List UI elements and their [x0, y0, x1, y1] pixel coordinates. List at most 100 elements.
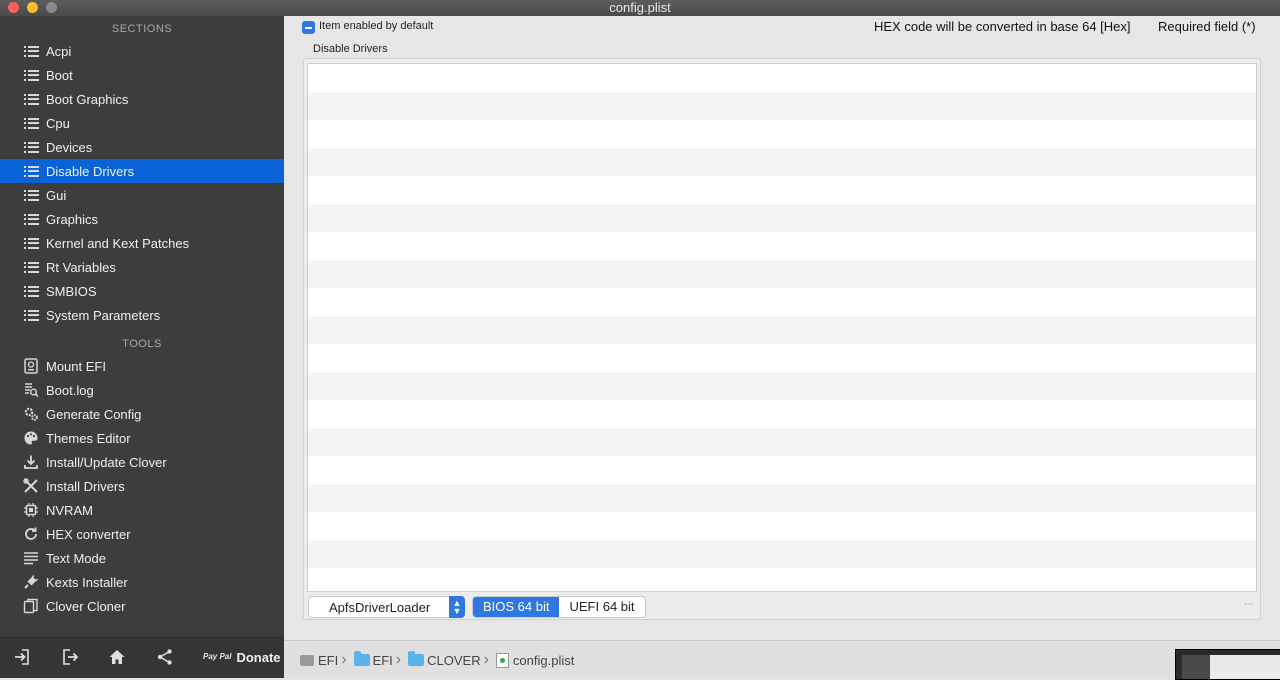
path-crumb-clover[interactable]: CLOVER: [404, 651, 481, 668]
table-row[interactable]: [308, 400, 1256, 428]
folder-icon: [353, 651, 370, 666]
segment-bios-64[interactable]: BIOS 64 bit: [473, 597, 560, 617]
path-crumb-config[interactable]: config.plist: [492, 652, 575, 668]
list-icon: [22, 138, 40, 156]
sidebar-item-boot-graphics[interactable]: Boot Graphics: [0, 87, 284, 111]
driver-dropdown-value: ApfsDriverLoader: [329, 600, 431, 615]
table-row[interactable]: [308, 120, 1256, 148]
sidebar-item-smbios[interactable]: SMBIOS: [0, 279, 284, 303]
path-bar: EFI › EFI › CLOVER › config.plist: [284, 640, 1280, 679]
copy-icon: [22, 597, 40, 615]
crumb-label: EFI: [318, 652, 339, 668]
item-enabled-checkbox[interactable]: [302, 21, 315, 34]
panel-title: Disable Drivers: [313, 43, 388, 55]
table-row[interactable]: [308, 288, 1256, 316]
sidebar-item-label: Disable Drivers: [46, 163, 135, 179]
sections-header: SECTIONS: [111, 23, 173, 35]
list-icon: [22, 258, 40, 276]
table-row[interactable]: [308, 176, 1256, 204]
sidebar-item-label: Generate Config: [46, 406, 142, 422]
segment-uefi-64[interactable]: UEFI 64 bit: [559, 597, 644, 617]
list-icon: [22, 90, 40, 108]
table-row[interactable]: [308, 92, 1256, 120]
table-row[interactable]: [308, 512, 1256, 540]
tools-icon: [22, 477, 40, 495]
gears-icon: [22, 405, 40, 423]
driver-dropdown[interactable]: ApfsDriverLoader ▲ ▼: [308, 596, 465, 618]
sidebar-item-system-parameters[interactable]: System Parameters: [0, 303, 284, 327]
sidebar-item-label: Install/Update Clover: [46, 454, 167, 470]
table-row[interactable]: [308, 568, 1256, 591]
donate-button[interactable]: Pay Pal Donate: [203, 646, 281, 668]
table-row[interactable]: [308, 372, 1256, 400]
sidebar-item-disable-drivers[interactable]: Disable Drivers: [0, 159, 284, 183]
title-bar: config.plist: [0, 0, 1280, 16]
log-search-icon: [22, 381, 40, 399]
list-icon: [22, 186, 40, 204]
table-row[interactable]: [308, 316, 1256, 344]
list-icon: [22, 234, 40, 252]
sidebar-item-text-mode[interactable]: Text Mode: [0, 546, 284, 570]
sidebar-item-mount-efi[interactable]: Mount EFI: [0, 354, 284, 378]
list-icon: [22, 66, 40, 84]
sidebar-item-cpu[interactable]: Cpu: [0, 111, 284, 135]
sidebar-item-label: HEX converter: [46, 526, 131, 542]
sidebar-item-kexts-installer[interactable]: Kexts Installer: [0, 570, 284, 594]
sidebar-item-devices[interactable]: Devices: [0, 135, 284, 159]
disk-icon: [22, 357, 40, 375]
folder-icon: [408, 651, 425, 666]
home-icon[interactable]: [106, 646, 128, 668]
sidebar-item-hex-converter[interactable]: HEX converter: [0, 522, 284, 546]
table-row[interactable]: [308, 484, 1256, 512]
table-row[interactable]: [308, 344, 1256, 372]
list-icon: [22, 210, 40, 228]
import-icon[interactable]: [11, 646, 33, 668]
table-row[interactable]: [308, 148, 1256, 176]
window-title: config.plist: [609, 0, 671, 15]
sidebar-item-generate-config[interactable]: Generate Config: [0, 402, 284, 426]
export-icon[interactable]: [59, 646, 81, 668]
sidebar-item-label: NVRAM: [46, 502, 93, 518]
sidebar-item-kernel-and-kext-patches[interactable]: Kernel and Kext Patches: [0, 231, 284, 255]
table-row[interactable]: [308, 540, 1256, 568]
crumb-label: CLOVER: [427, 652, 481, 668]
sidebar-item-label: Clover Cloner: [46, 598, 126, 614]
sidebar-item-label: Rt Variables: [46, 259, 116, 275]
share-icon[interactable]: [154, 646, 176, 668]
sidebar: SECTIONS Acpi Boot Boot Graphics Cpu Devices…: [0, 16, 284, 678]
table-row[interactable]: [308, 232, 1256, 260]
sidebar-item-label: Boot: [46, 67, 73, 83]
sidebar-item-label: Install Drivers: [46, 478, 125, 494]
resize-indicator: ---: [1244, 599, 1254, 610]
sidebar-item-acpi[interactable]: Acpi: [0, 39, 284, 63]
path-crumb-efi-volume[interactable]: EFI: [284, 653, 338, 668]
item-enabled-label: Item enabled by default: [319, 20, 434, 32]
hex-note: HEX code will be converted in base 64 [H…: [874, 19, 1131, 34]
sidebar-item-label: Mount EFI: [46, 358, 106, 374]
sidebar-item-rt-variables[interactable]: Rt Variables: [0, 255, 284, 279]
plug-icon: [22, 573, 40, 591]
path-crumb-efi-folder[interactable]: EFI: [350, 651, 393, 668]
sidebar-item-install-update-clover[interactable]: Install/Update Clover: [0, 450, 284, 474]
crumb-label: config.plist: [512, 652, 575, 668]
sidebar-item-label: Boot.log: [46, 382, 94, 398]
table-row[interactable]: [308, 64, 1256, 92]
table-row[interactable]: [308, 204, 1256, 232]
sidebar-item-themes-editor[interactable]: Themes Editor: [0, 426, 284, 450]
main-panel: Item enabled by default HEX code will be…: [284, 16, 1280, 640]
sidebar-item-boot[interactable]: Boot: [0, 63, 284, 87]
sidebar-item-graphics[interactable]: Graphics: [0, 207, 284, 231]
path-separator: ›: [483, 651, 489, 668]
sidebar-item-label: Kernel and Kext Patches: [46, 235, 190, 251]
sidebar-item-clover-cloner[interactable]: Clover Cloner: [0, 594, 284, 618]
table-row[interactable]: [308, 428, 1256, 456]
sidebar-item-install-drivers[interactable]: Install Drivers: [0, 474, 284, 498]
drivers-table[interactable]: [307, 63, 1257, 592]
sidebar-item-boot-log[interactable]: Boot.log: [0, 378, 284, 402]
table-row[interactable]: [308, 260, 1256, 288]
sidebar-item-nvram[interactable]: NVRAM: [0, 498, 284, 522]
table-row[interactable]: [308, 456, 1256, 484]
sidebar-item-gui[interactable]: Gui: [0, 183, 284, 207]
window-thumbnail[interactable]: [1175, 649, 1280, 680]
sidebar-item-label: Acpi: [46, 43, 72, 59]
